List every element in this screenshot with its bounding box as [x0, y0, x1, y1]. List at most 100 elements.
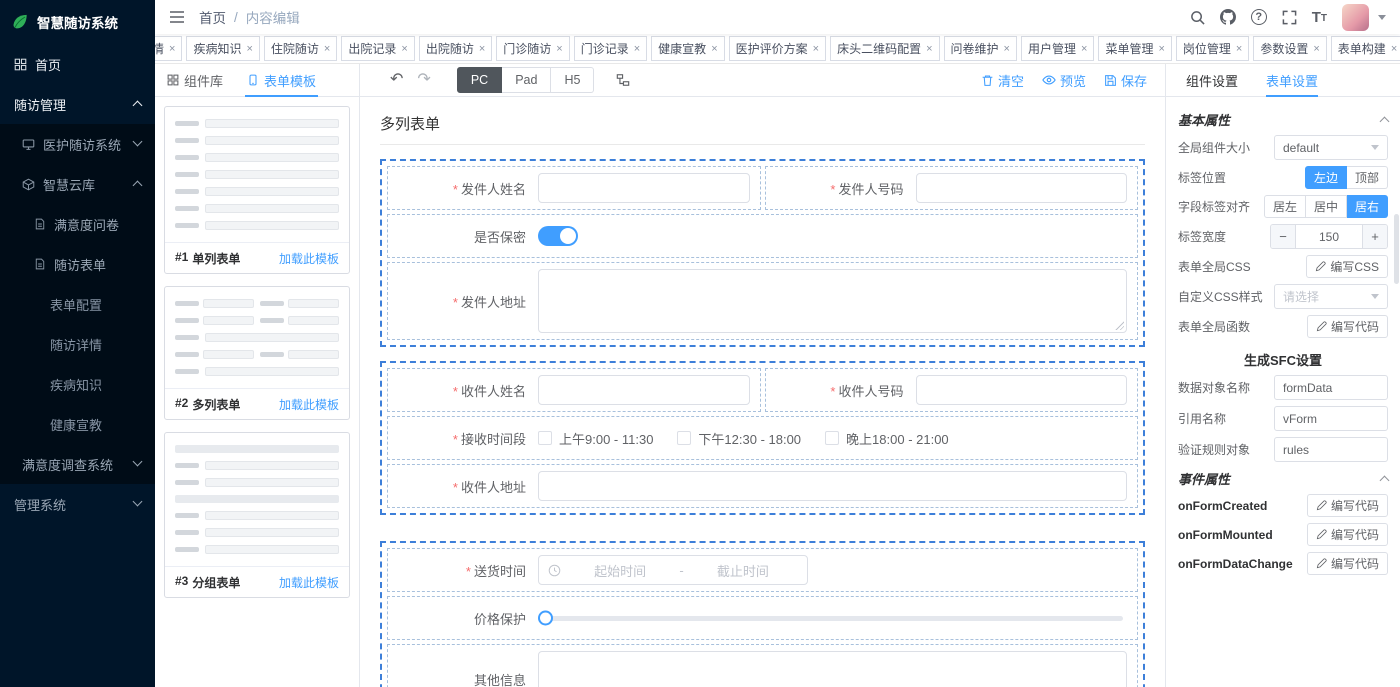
breadcrumb-home[interactable]: 首页 — [199, 7, 226, 27]
write-code-button[interactable]: 编写代码 — [1307, 552, 1388, 575]
avatar-caret-icon[interactable] — [1378, 15, 1386, 20]
close-icon[interactable]: × — [710, 43, 717, 55]
form-section-delivery[interactable]: *送货时间 起始时间 - 截止时间 价格保 — [380, 541, 1145, 687]
sidebar-item-follow-mgmt[interactable]: 随访管理 — [0, 84, 155, 124]
sender-number-input[interactable] — [916, 173, 1128, 203]
form-cell[interactable]: 其他信息 — [387, 644, 1138, 687]
label-pos-left-button[interactable]: 左边 — [1305, 166, 1347, 189]
tag-questionnaire-maintain[interactable]: 问卷维护× — [944, 36, 1017, 61]
tag-bedside-qrcode[interactable]: 床头二维码配置× — [830, 36, 939, 61]
load-template-link[interactable]: 加载此模板 — [279, 574, 339, 591]
other-info-textarea[interactable] — [538, 651, 1127, 687]
tag-form-builder[interactable]: 表单构建× — [1331, 36, 1400, 61]
tag-discharge-record[interactable]: 出院记录× — [341, 36, 414, 61]
sidebar-item-satisfaction-questionnaire[interactable]: 满意度问卷 — [0, 204, 155, 244]
global-size-select[interactable]: default — [1274, 135, 1388, 160]
checkbox-afternoon[interactable]: 下午12:30 - 18:00 — [677, 429, 801, 448]
close-icon[interactable]: × — [812, 43, 819, 55]
write-code-button[interactable]: 编写代码 — [1307, 315, 1388, 338]
basic-props-header[interactable]: 基本属性 — [1178, 110, 1388, 129]
redo-icon[interactable]: ↷ — [417, 72, 430, 88]
close-icon[interactable]: × — [478, 43, 485, 55]
slider-track[interactable] — [538, 616, 1123, 621]
sidebar-item-form-config[interactable]: 表单配置 — [0, 284, 155, 324]
receiver-address-input[interactable] — [538, 471, 1127, 501]
sender-name-input[interactable] — [538, 173, 750, 203]
close-icon[interactable]: × — [400, 43, 407, 55]
label-pos-top-button[interactable]: 顶部 — [1347, 166, 1388, 189]
receiver-number-input[interactable] — [916, 375, 1128, 405]
fullscreen-icon[interactable] — [1282, 10, 1297, 25]
tag-inpatient-follow[interactable]: 住院随访× — [264, 36, 337, 61]
checkbox-evening[interactable]: 晚上18:00 - 21:00 — [825, 429, 949, 448]
close-icon[interactable]: × — [1312, 43, 1319, 55]
hamburger-icon[interactable] — [169, 10, 185, 24]
sidebar-item-health-education[interactable]: 健康宣教 — [0, 404, 155, 444]
template-preview[interactable] — [165, 433, 349, 567]
sidebar-item-follow-detail[interactable]: 随访详情 — [0, 324, 155, 364]
form-cell[interactable]: *接收时间段 上午9:00 - 11:30 下午12:30 - 18:00 晚上… — [387, 416, 1138, 460]
device-pc-button[interactable]: PC — [457, 67, 502, 93]
github-icon[interactable] — [1220, 9, 1236, 25]
sidebar-item-management-system[interactable]: 管理系统 — [0, 484, 155, 524]
device-h5-button[interactable]: H5 — [551, 67, 594, 93]
form-section-sender[interactable]: *发件人姓名 *发件人号码 是否保密 — [380, 159, 1145, 347]
close-icon[interactable]: × — [1157, 43, 1164, 55]
clear-button[interactable]: 清空 — [981, 71, 1024, 90]
increment-button[interactable]: + — [1362, 225, 1387, 248]
form-cell[interactable]: *送货时间 起始时间 - 截止时间 — [387, 548, 1138, 592]
tag-disease-knowledge[interactable]: 疾病知识× — [186, 36, 259, 61]
app-logo[interactable]: 智慧随访系统 — [0, 0, 155, 44]
close-icon[interactable]: × — [1080, 43, 1087, 55]
close-icon[interactable]: × — [323, 43, 330, 55]
receiver-name-input[interactable] — [538, 375, 750, 405]
tag-outpatient-follow[interactable]: 门诊随访× — [496, 36, 569, 61]
outline-tree-icon[interactable] — [616, 73, 630, 87]
write-code-button[interactable]: 编写代码 — [1307, 523, 1388, 546]
decrement-button[interactable]: − — [1271, 225, 1296, 248]
form-cell[interactable]: *收件人地址 — [387, 464, 1138, 508]
ref-name-input[interactable] — [1274, 406, 1388, 431]
search-icon[interactable] — [1190, 10, 1205, 25]
label-width-value[interactable]: 150 — [1296, 225, 1362, 248]
tab-form-settings[interactable]: 表单设置 — [1266, 64, 1318, 96]
load-template-link[interactable]: 加载此模板 — [279, 250, 339, 267]
help-icon[interactable]: ? — [1251, 9, 1267, 25]
delivery-time-range[interactable]: 起始时间 - 截止时间 — [538, 555, 808, 585]
load-template-link[interactable]: 加载此模板 — [279, 396, 339, 413]
template-preview[interactable] — [165, 287, 349, 389]
tab-form-templates[interactable]: 表单模板 — [235, 64, 328, 96]
preview-button[interactable]: 预览 — [1042, 71, 1086, 90]
align-left-button[interactable]: 居左 — [1264, 195, 1306, 218]
sender-address-textarea[interactable] — [538, 269, 1127, 333]
device-pad-button[interactable]: Pad — [502, 67, 551, 93]
tab-component-library[interactable]: 组件库 — [155, 64, 235, 96]
sidebar-item-home[interactable]: 首页 — [0, 44, 155, 84]
write-code-button[interactable]: 编写代码 — [1307, 494, 1388, 517]
tag-post-mgmt[interactable]: 岗位管理× — [1176, 36, 1249, 61]
secret-toggle[interactable] — [538, 226, 578, 246]
event-props-header[interactable]: 事件属性 — [1178, 469, 1388, 488]
close-icon[interactable]: × — [168, 43, 175, 55]
tag-user-mgmt[interactable]: 用户管理× — [1021, 36, 1094, 61]
rules-name-input[interactable] — [1274, 437, 1388, 462]
tag-clipped[interactable]: 情× — [155, 36, 182, 61]
panel-scrollbar[interactable] — [1394, 214, 1399, 284]
tag-menu-mgmt[interactable]: 菜单管理× — [1098, 36, 1171, 61]
slider-knob[interactable] — [538, 611, 553, 626]
sidebar-item-satisfaction-survey-system[interactable]: 满意度调查系统 — [0, 444, 155, 484]
close-icon[interactable]: × — [1235, 43, 1242, 55]
save-button[interactable]: 保存 — [1104, 71, 1147, 90]
close-icon[interactable]: × — [633, 43, 640, 55]
form-cell[interactable]: *发件人号码 — [765, 166, 1139, 210]
sidebar-item-smart-cloud[interactable]: 智慧云库 — [0, 164, 155, 204]
form-cell[interactable]: 价格保护 — [387, 596, 1138, 640]
align-center-button[interactable]: 居中 — [1306, 195, 1347, 218]
tag-outpatient-record[interactable]: 门诊记录× — [574, 36, 647, 61]
tab-component-settings[interactable]: 组件设置 — [1186, 64, 1238, 96]
template-preview[interactable] — [165, 107, 349, 243]
sidebar-item-medical-follow-system[interactable]: 医护随访系统 — [0, 124, 155, 164]
align-right-button[interactable]: 居右 — [1347, 195, 1388, 218]
tag-health-education[interactable]: 健康宣教× — [651, 36, 724, 61]
form-cell[interactable]: 是否保密 — [387, 214, 1138, 258]
